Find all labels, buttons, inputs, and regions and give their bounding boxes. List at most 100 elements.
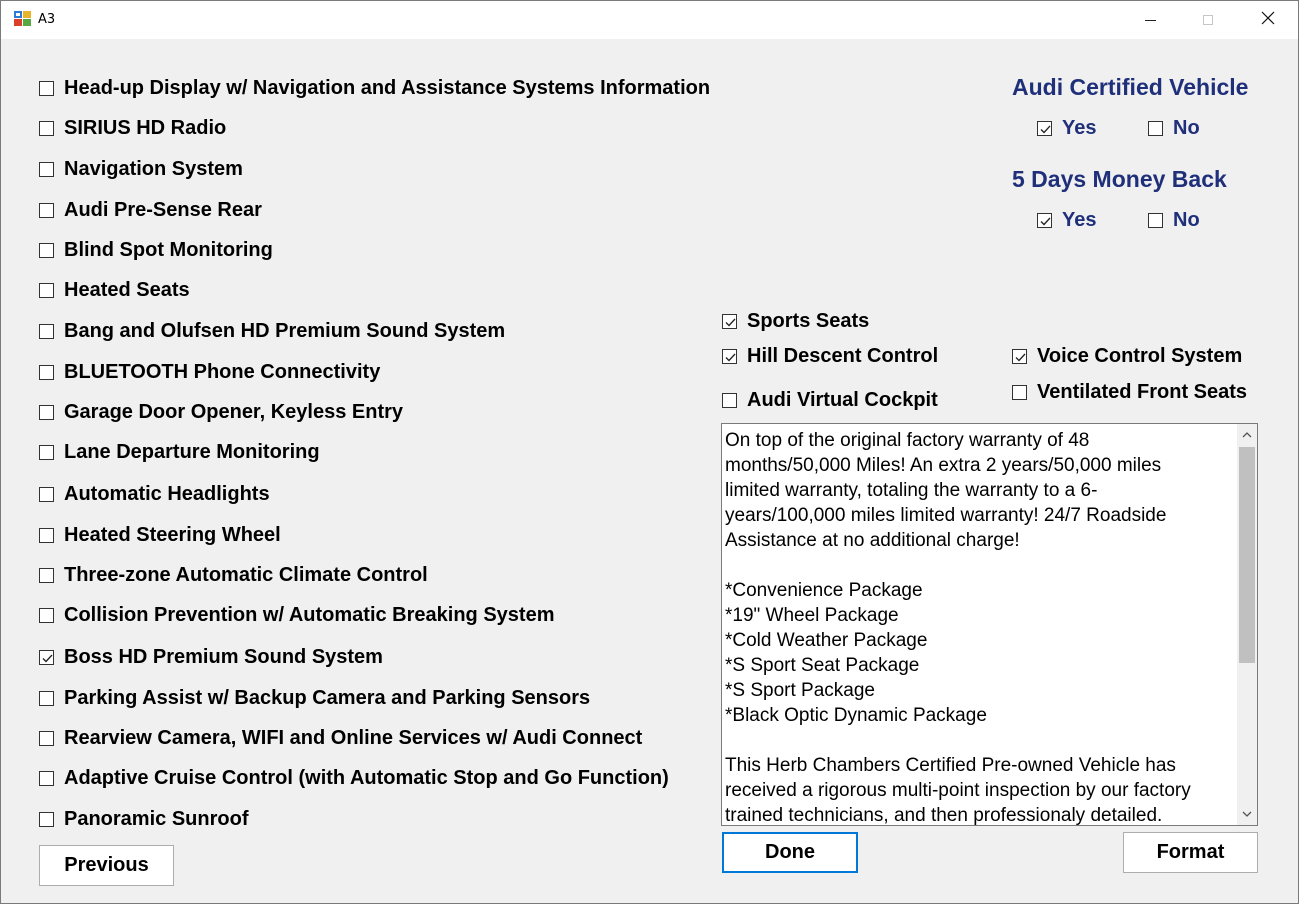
certified-no-checkbox[interactable]: No xyxy=(1148,116,1200,140)
feature-checkbox-navigation[interactable]: Navigation System xyxy=(39,157,243,181)
feature-label: Garage Door Opener, Keyless Entry xyxy=(64,401,404,423)
minimize-button[interactable] xyxy=(1121,1,1179,39)
feature-label: Blind Spot Monitoring xyxy=(64,239,273,261)
format-button[interactable]: Format xyxy=(1123,832,1258,873)
checkbox-label: Yes xyxy=(1062,209,1097,231)
scroll-thumb[interactable] xyxy=(1239,447,1255,663)
feature-label: Parking Assist w/ Backup Camera and Park… xyxy=(64,687,591,709)
feature-checkbox-bluetooth[interactable]: BLUETOOTH Phone Connectivity xyxy=(39,360,380,384)
feature-label: BLUETOOTH Phone Connectivity xyxy=(64,361,381,383)
feature-label: Rearview Camera, WIFI and Online Service… xyxy=(64,727,643,749)
checkbox-box[interactable] xyxy=(39,323,54,339)
checkmark-icon xyxy=(42,654,53,662)
checkmark-icon xyxy=(1040,125,1051,133)
checkbox-box[interactable] xyxy=(39,202,54,218)
app-icon xyxy=(14,11,32,27)
checkmark-icon xyxy=(725,353,736,361)
checkbox-box[interactable] xyxy=(1037,120,1052,136)
checkbox-box[interactable] xyxy=(39,444,54,460)
money-back-heading: 5 Days Money Back xyxy=(1012,166,1227,192)
feature-checkbox-sirius-radio[interactable]: SIRIUS HD Radio xyxy=(39,116,226,140)
feature-checkbox-heated-steering[interactable]: Heated Steering Wheel xyxy=(39,523,281,547)
scroll-up-button[interactable] xyxy=(1237,424,1257,446)
feature-label: Adaptive Cruise Control (with Automatic … xyxy=(64,767,669,789)
description-text[interactable]: On top of the original factory warranty … xyxy=(725,428,1230,825)
checkmark-icon xyxy=(1015,353,1026,361)
feature-checkbox-boss-sound[interactable]: Boss HD Premium Sound System xyxy=(39,645,383,669)
checkbox-box[interactable] xyxy=(1037,212,1052,228)
checkbox-box[interactable] xyxy=(39,730,54,746)
virtual-cockpit-checkbox[interactable]: Audi Virtual Cockpit xyxy=(722,388,938,412)
checkbox-label: No xyxy=(1173,209,1200,231)
checkbox-label: Ventilated Front Seats xyxy=(1037,381,1248,403)
checkbox-box[interactable] xyxy=(39,404,54,420)
title-bar: A3 xyxy=(1,1,1298,39)
feature-checkbox-heated-seats[interactable]: Heated Seats xyxy=(39,278,190,302)
feature-checkbox-collision-prevention[interactable]: Collision Prevention w/ Automatic Breaki… xyxy=(39,603,554,627)
checkbox-box[interactable] xyxy=(39,527,54,543)
feature-checkbox-headlights[interactable]: Automatic Headlights xyxy=(39,482,270,506)
checkbox-box[interactable] xyxy=(722,313,737,329)
feature-label: Navigation System xyxy=(64,158,243,180)
feature-label: Lane Departure Monitoring xyxy=(64,441,320,463)
checkbox-box[interactable] xyxy=(39,486,54,502)
close-button[interactable] xyxy=(1239,1,1297,39)
money-back-no-checkbox[interactable]: No xyxy=(1148,208,1200,232)
checkbox-box[interactable] xyxy=(39,649,54,665)
checkbox-box[interactable] xyxy=(39,282,54,298)
previous-button[interactable]: Previous xyxy=(39,845,174,886)
checkbox-box[interactable] xyxy=(722,348,737,364)
checkbox-box[interactable] xyxy=(39,811,54,827)
checkbox-box[interactable] xyxy=(39,364,54,380)
feature-label: Boss HD Premium Sound System xyxy=(64,646,383,668)
checkbox-box[interactable] xyxy=(39,242,54,258)
feature-checkbox-head-up-display[interactable]: Head-up Display w/ Navigation and Assist… xyxy=(39,76,710,100)
checkbox-label: Sports Seats xyxy=(747,310,870,332)
feature-checkbox-climate-control[interactable]: Three-zone Automatic Climate Control xyxy=(39,563,428,587)
checkbox-label: Audi Virtual Cockpit xyxy=(747,389,938,411)
hill-descent-checkbox[interactable]: Hill Descent Control xyxy=(722,344,938,368)
ventilated-seats-checkbox[interactable]: Ventilated Front Seats xyxy=(1012,380,1247,404)
done-button[interactable]: Done xyxy=(722,832,858,873)
feature-label: Automatic Headlights xyxy=(64,483,270,505)
chevron-up-icon xyxy=(1242,432,1252,438)
checkbox-box[interactable] xyxy=(39,161,54,177)
feature-checkbox-pre-sense-rear[interactable]: Audi Pre-Sense Rear xyxy=(39,198,262,222)
feature-checkbox-garage-door[interactable]: Garage Door Opener, Keyless Entry xyxy=(39,400,403,424)
checkbox-box[interactable] xyxy=(1148,120,1163,136)
feature-label: SIRIUS HD Radio xyxy=(64,117,227,139)
checkbox-box[interactable] xyxy=(39,80,54,96)
checkbox-box[interactable] xyxy=(1148,212,1163,228)
maximize-icon xyxy=(1203,15,1213,25)
maximize-button[interactable] xyxy=(1179,1,1237,39)
checkbox-box[interactable] xyxy=(39,567,54,583)
feature-checkbox-parking-assist[interactable]: Parking Assist w/ Backup Camera and Park… xyxy=(39,686,590,710)
sports-seats-checkbox[interactable]: Sports Seats xyxy=(722,309,869,333)
checkbox-box[interactable] xyxy=(39,770,54,786)
checkbox-box[interactable] xyxy=(39,607,54,623)
checkbox-box[interactable] xyxy=(722,392,737,408)
minimize-icon xyxy=(1144,19,1156,21)
feature-checkbox-blind-spot[interactable]: Blind Spot Monitoring xyxy=(39,238,273,262)
feature-checkbox-adaptive-cruise[interactable]: Adaptive Cruise Control (with Automatic … xyxy=(39,766,669,790)
checkbox-box[interactable] xyxy=(1012,348,1027,364)
vertical-scrollbar[interactable] xyxy=(1237,424,1257,825)
checkbox-label: Voice Control System xyxy=(1037,345,1243,367)
description-textbox[interactable]: On top of the original factory warranty … xyxy=(721,423,1258,826)
scroll-down-button[interactable] xyxy=(1237,803,1257,825)
checkmark-icon xyxy=(725,318,736,326)
feature-label: Panoramic Sunroof xyxy=(64,808,249,830)
feature-checkbox-bang-olufsen[interactable]: Bang and Olufsen HD Premium Sound System xyxy=(39,319,505,343)
checkbox-box[interactable] xyxy=(39,690,54,706)
money-back-yes-checkbox[interactable]: Yes xyxy=(1037,208,1096,232)
checkbox-box[interactable] xyxy=(1012,384,1027,400)
feature-label: Audi Pre-Sense Rear xyxy=(64,199,262,221)
feature-label: Heated Seats xyxy=(64,279,190,301)
checkbox-box[interactable] xyxy=(39,120,54,136)
feature-checkbox-lane-departure[interactable]: Lane Departure Monitoring xyxy=(39,440,320,464)
close-icon xyxy=(1261,11,1275,30)
feature-checkbox-rearview-camera[interactable]: Rearview Camera, WIFI and Online Service… xyxy=(39,726,642,750)
voice-control-checkbox[interactable]: Voice Control System xyxy=(1012,344,1242,368)
certified-yes-checkbox[interactable]: Yes xyxy=(1037,116,1096,140)
feature-checkbox-panoramic-sunroof[interactable]: Panoramic Sunroof xyxy=(39,807,248,831)
